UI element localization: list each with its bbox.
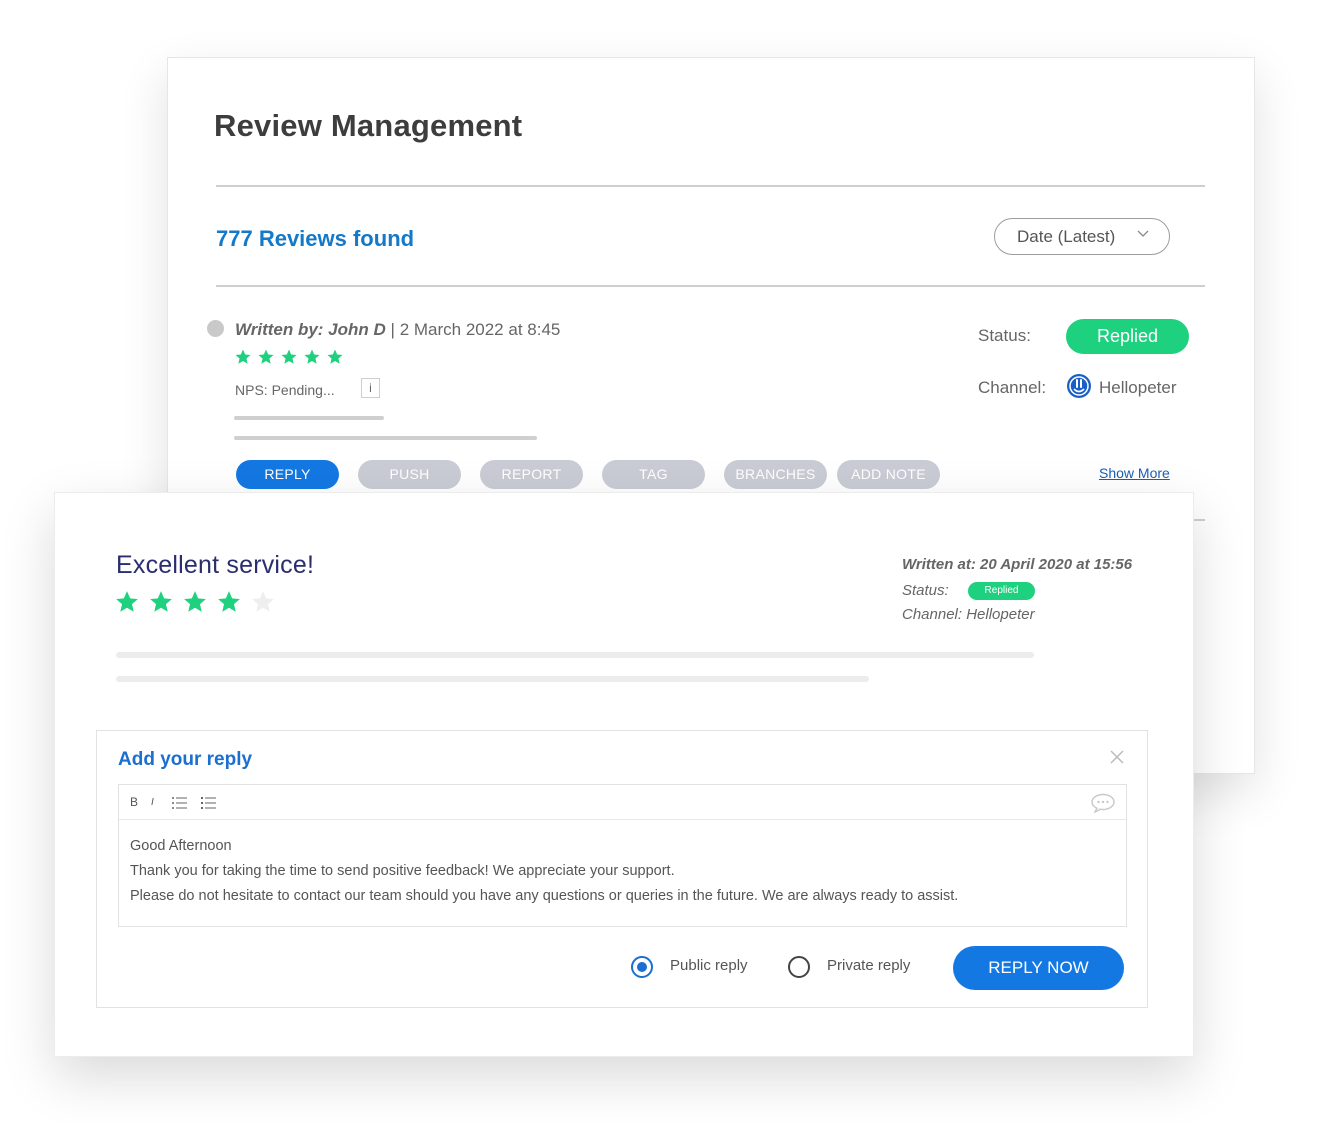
reply-now-button[interactable]: REPLY NOW	[953, 946, 1124, 990]
divider	[216, 285, 1205, 287]
channel-label: Channel:	[978, 378, 1047, 397]
numbered-list-icon[interactable]	[200, 796, 216, 810]
divider	[1193, 519, 1205, 521]
editor-toolbar: B I	[119, 785, 1126, 820]
nps-score: NPS: Pending...	[235, 382, 335, 398]
star-icon	[327, 349, 343, 364]
text-placeholder	[234, 436, 537, 440]
star-icon	[184, 591, 206, 612]
channel-label: Channel: Hellopeter	[902, 606, 1035, 623]
status-label: Status:	[902, 582, 949, 599]
star-rating	[234, 348, 344, 366]
reviews-count: 777 Reviews found	[216, 226, 415, 251]
push-button[interactable]: PUSH	[358, 460, 461, 489]
review-title: Excellent service!	[116, 551, 315, 579]
review-detail-panel: Excellent service! Written at: 20 April …	[54, 492, 1194, 1057]
report-button[interactable]: REPORT	[480, 460, 583, 489]
private-reply-radio[interactable]	[788, 956, 810, 978]
add-note-button[interactable]: ADD NOTE	[837, 460, 940, 489]
hellopeter-icon	[1067, 374, 1091, 398]
sort-selected-value: Date (Latest)	[1017, 226, 1116, 246]
star-icon	[304, 349, 320, 364]
private-reply-label[interactable]: Private reply	[827, 957, 910, 974]
status-badge: Replied	[1066, 319, 1189, 354]
reply-form: Add your reply B I Good Afternoon Thank …	[96, 730, 1148, 1008]
italic-button[interactable]: I	[151, 797, 154, 808]
reply-form-title: Add your reply	[118, 749, 253, 770]
reply-text-line: Good Afternoon	[130, 838, 232, 854]
bold-button[interactable]: B	[130, 795, 138, 809]
reply-text-line: Thank you for taking the time to send po…	[130, 863, 675, 879]
status-label: Status:	[978, 326, 1031, 345]
channel-name: Hellopeter	[1099, 378, 1177, 397]
star-icon	[258, 349, 274, 364]
review-author-line: Written by: John D | 2 March 2022 at 8:4…	[235, 320, 560, 340]
star-icon	[252, 591, 274, 612]
divider	[216, 185, 1205, 187]
reply-text-line: Please do not hesitate to contact our te…	[130, 888, 959, 904]
reply-text[interactable]: Good Afternoon Thank you for taking the …	[130, 834, 958, 909]
written-at: Written at: 20 April 2020 at 15:56	[902, 556, 1133, 573]
star-icon	[150, 591, 172, 612]
info-icon[interactable]: i	[361, 378, 380, 398]
status-badge: Replied	[968, 582, 1035, 600]
sort-dropdown[interactable]: Date (Latest)	[994, 218, 1170, 255]
star-icon	[235, 349, 251, 364]
page-title: Review Management	[214, 108, 523, 143]
text-placeholder	[234, 416, 384, 420]
tag-button[interactable]: TAG	[602, 460, 705, 489]
star-icon	[281, 349, 297, 364]
star-icon	[116, 591, 138, 612]
comment-icon[interactable]	[1090, 793, 1116, 813]
show-more-link[interactable]: Show More	[1099, 465, 1170, 481]
text-placeholder	[116, 652, 1034, 658]
reply-editor[interactable]: B I Good Afternoon Thank you for taking …	[118, 784, 1127, 927]
review-author: Written by: John D	[235, 320, 386, 339]
reply-button[interactable]: REPLY	[236, 460, 339, 489]
text-placeholder	[116, 676, 869, 682]
star-icon	[218, 591, 240, 612]
public-reply-radio[interactable]	[631, 956, 653, 978]
star-rating	[114, 589, 276, 615]
branches-button[interactable]: BRANCHES	[724, 460, 827, 489]
separator: |	[390, 320, 395, 339]
bulleted-list-icon[interactable]	[171, 796, 187, 810]
unread-indicator	[207, 320, 224, 337]
review-date: 2 March 2022 at 8:45	[399, 320, 561, 339]
public-reply-label[interactable]: Public reply	[670, 957, 748, 974]
chevron-down-icon	[1137, 230, 1149, 237]
close-icon[interactable]	[1109, 749, 1125, 765]
